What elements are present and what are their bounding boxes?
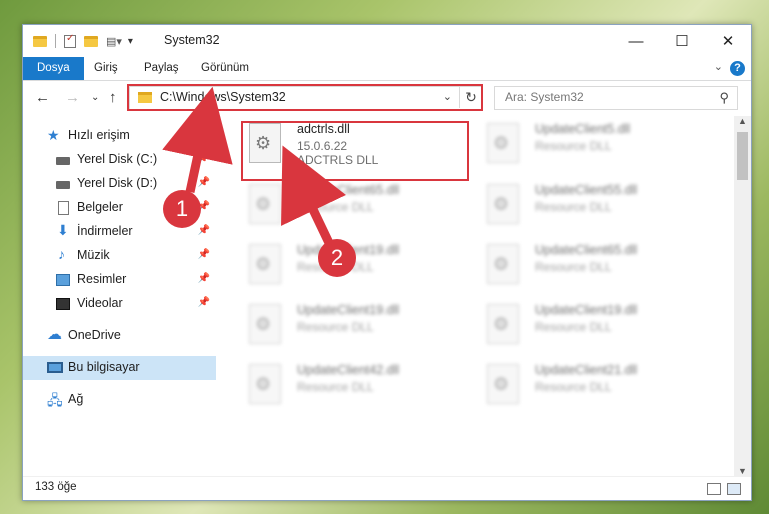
step-2-badge: 2 xyxy=(318,239,356,277)
annotation-arrows xyxy=(162,86,347,247)
arrow-1 xyxy=(162,86,233,193)
step-1-badge: 1 xyxy=(163,190,201,228)
arrow-2 xyxy=(281,145,347,247)
